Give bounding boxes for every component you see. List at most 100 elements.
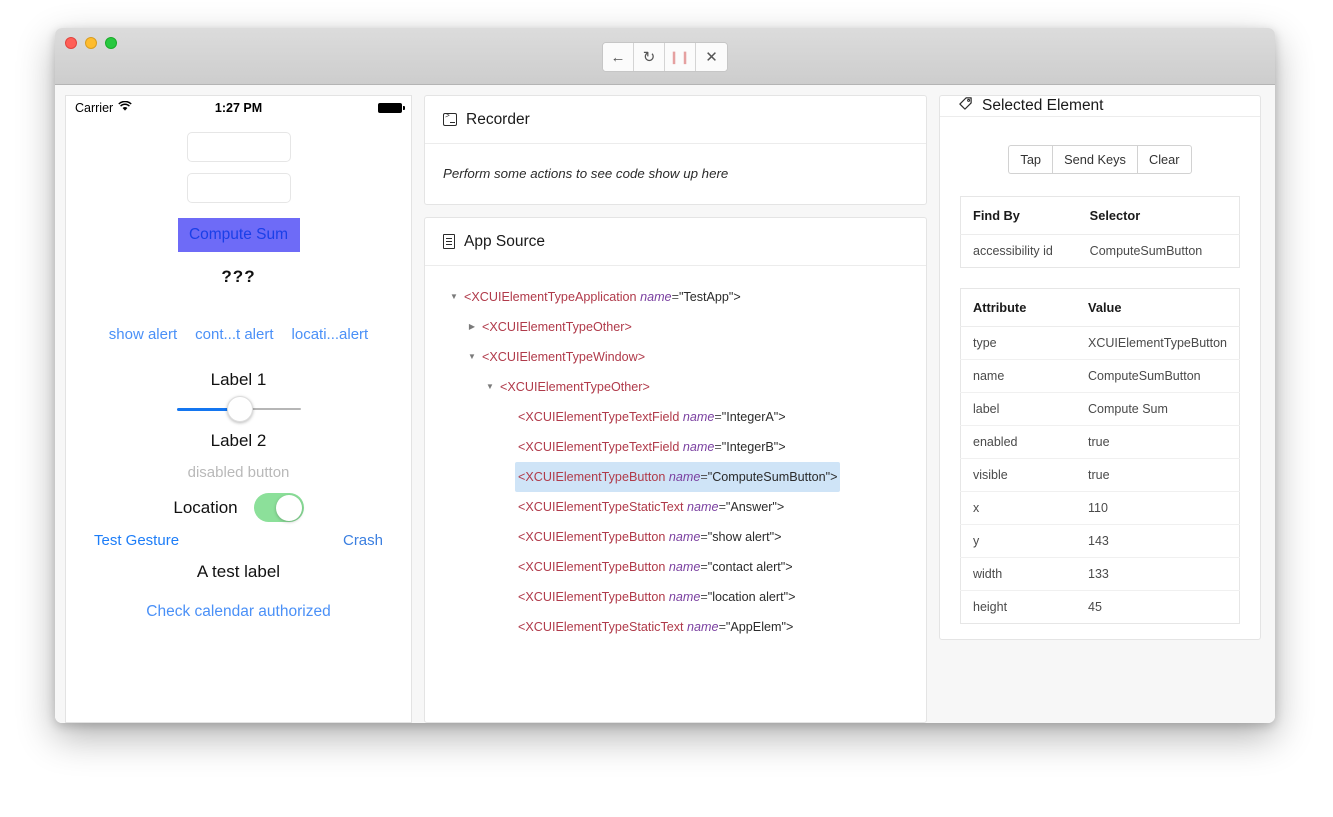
xml-equals: =	[700, 560, 708, 574]
xml-tag: <XCUIElementTypeStaticText	[518, 620, 684, 634]
table-cell: ComputeSumButton	[1089, 244, 1203, 258]
chevron-down-icon[interactable]: ▼	[483, 373, 497, 401]
table-cell: 45	[1088, 600, 1102, 614]
xml-tag: <XCUIElementTypeButton	[518, 530, 666, 544]
table-cell: Compute Sum	[1076, 392, 1240, 426]
screenshot-panel[interactable]: Carrier 1:27 PM Compute Sum ??? show ale…	[65, 95, 412, 723]
source-tree-row[interactable]: <XCUIElementTypeButton name="show alert"…	[425, 522, 926, 552]
main-window: ← ↻ ❙❙ ✕ Carrier 1:27 PM Compute Sum ???…	[55, 28, 1275, 723]
table-cell: true	[1076, 425, 1240, 459]
refresh-button[interactable]: ↻	[634, 43, 665, 71]
table-cell: 110	[1076, 491, 1240, 525]
source-tree-row[interactable]: ▶ <XCUIElementTypeOther>	[425, 312, 926, 342]
compute-sum-button[interactable]: Compute Sum	[177, 218, 300, 252]
table-cell: ComputeSumButton	[1076, 359, 1240, 393]
attribute-row: width 133	[960, 557, 1240, 591]
tap-button[interactable]: Tap	[1008, 145, 1053, 174]
back-button[interactable]: ←	[603, 43, 634, 71]
chevron-down-icon[interactable]: ▼	[447, 283, 461, 311]
right-column: Selected Element Tap Send Keys Clear Fin…	[939, 95, 1261, 723]
chevron-right-icon[interactable]: ▶	[465, 313, 479, 341]
xml-attribute-value: "Answer">	[725, 500, 785, 514]
source-tree-row[interactable]: <XCUIElementTypeButton name="location al…	[425, 582, 926, 612]
label-one: Label 1	[210, 370, 267, 389]
source-node-text: <XCUIElementTypeOther>	[497, 372, 653, 402]
battery-icon	[378, 103, 405, 113]
document-icon	[443, 234, 455, 249]
answer-label: ???	[221, 267, 256, 286]
terminal-icon	[443, 112, 457, 126]
column-header: Value	[1076, 288, 1240, 327]
xml-tag: <XCUIElementTypeApplication	[464, 290, 637, 304]
close-window-button[interactable]	[65, 37, 77, 49]
attribute-row: x 110	[960, 491, 1240, 525]
source-tree-row[interactable]: ▼ <XCUIElementTypeOther>	[425, 372, 926, 402]
attribute-row: height 45	[961, 591, 1240, 624]
column-header: Attribute	[960, 288, 1077, 327]
location-alert-button[interactable]: locati...alert	[292, 326, 369, 343]
source-tree-row[interactable]: <XCUIElementTypeTextField name="IntegerA…	[425, 402, 926, 432]
source-node-text: <XCUIElementTypeOther>	[479, 312, 635, 342]
table-cell: accessibility id	[973, 244, 1053, 258]
integer-a-field[interactable]	[186, 132, 291, 162]
source-tree-row[interactable]: ▼ <XCUIElementTypeWindow>	[425, 342, 926, 372]
minimize-window-button[interactable]	[85, 37, 97, 49]
xml-attribute-value: "IntegerB">	[721, 440, 786, 454]
app-source-body[interactable]: ▼ <XCUIElementTypeApplication name="TestA…	[425, 266, 926, 722]
location-label: Location	[173, 497, 238, 517]
show-alert-button[interactable]: show alert	[109, 326, 177, 343]
attribute-row: visible true	[960, 458, 1240, 492]
source-tree-row[interactable]: <XCUIElementTypeStaticText name="Answer"…	[425, 492, 926, 522]
xml-equals: =	[700, 470, 708, 484]
maximize-window-button[interactable]	[105, 37, 117, 49]
middle-column: Recorder Perform some actions to see cod…	[424, 95, 927, 723]
xml-attribute-value: "AppElem">	[725, 620, 794, 634]
selected-element-header: Selected Element	[940, 96, 1260, 117]
test-gesture-button[interactable]: Test Gesture	[94, 532, 179, 549]
slider-thumb[interactable]	[226, 396, 253, 422]
attribute-row: enabled true	[960, 425, 1240, 459]
xml-attribute-name: name	[668, 590, 701, 604]
quit-session-button[interactable]: ✕	[696, 43, 727, 71]
chevron-down-icon[interactable]: ▼	[465, 343, 479, 371]
xml-attribute-name: name	[668, 560, 701, 574]
status-bar-right	[378, 103, 405, 113]
value-slider[interactable]	[176, 396, 301, 422]
selected-element-card: Selected Element Tap Send Keys Clear Fin…	[939, 95, 1261, 640]
device-screen[interactable]: Compute Sum ??? show alert cont...t aler…	[66, 120, 411, 696]
xml-attribute-name: name	[687, 500, 719, 514]
table-cell: enabled	[960, 425, 1077, 459]
contact-alert-button[interactable]: cont...t alert	[195, 326, 273, 343]
source-tree[interactable]: ▼ <XCUIElementTypeApplication name="TestA…	[425, 282, 926, 642]
source-node-text: <XCUIElementTypeStaticText name="AppElem…	[515, 612, 796, 642]
table-cell: x	[960, 491, 1077, 525]
window-body: Carrier 1:27 PM Compute Sum ??? show ale…	[55, 85, 1275, 723]
clear-button[interactable]: Clear	[1136, 145, 1192, 174]
location-toggle[interactable]	[253, 493, 304, 522]
attribute-row: type XCUIElementTypeButton	[960, 326, 1240, 360]
source-tree-row[interactable]: <XCUIElementTypeTextField name="IntegerB…	[425, 432, 926, 462]
send-keys-button[interactable]: Send Keys	[1052, 145, 1137, 174]
source-node-text: <XCUIElementTypeStaticText name="Answer"…	[515, 492, 787, 522]
back-arrow-icon: ←	[610, 48, 626, 66]
session-toolbar: ← ↻ ❙❙ ✕	[602, 42, 728, 72]
table-header-row: Attribute Value	[960, 288, 1240, 327]
source-node-text: <XCUIElementTypeTextField name="IntegerA…	[515, 402, 789, 432]
source-tree-row[interactable]: <XCUIElementTypeButton name="contact ale…	[425, 552, 926, 582]
selected-element-title: Selected Element	[982, 97, 1104, 114]
xml-tag: <XCUIElementTypeStaticText	[518, 500, 684, 514]
close-icon: ✕	[705, 49, 718, 66]
pause-button[interactable]: ❙❙	[665, 43, 696, 71]
pause-icon: ❙❙	[668, 50, 692, 64]
check-calendar-button[interactable]: Check calendar authorized	[146, 603, 330, 621]
source-tree-row[interactable]: ▼ <XCUIElementTypeApplication name="TestA…	[425, 282, 926, 312]
integer-b-field[interactable]	[186, 173, 291, 203]
table-cell: 133	[1076, 557, 1240, 591]
source-tree-row[interactable]: <XCUIElementTypeButton name="ComputeSumB…	[425, 462, 926, 492]
a-test-label: A test label	[196, 562, 281, 581]
table-cell: y	[960, 524, 1077, 558]
source-tree-row[interactable]: <XCUIElementTypeStaticText name="AppElem…	[425, 612, 926, 642]
xml-attribute-name: name	[668, 530, 701, 544]
column-header: Selector	[1077, 196, 1240, 235]
crash-button[interactable]: Crash	[343, 532, 383, 549]
